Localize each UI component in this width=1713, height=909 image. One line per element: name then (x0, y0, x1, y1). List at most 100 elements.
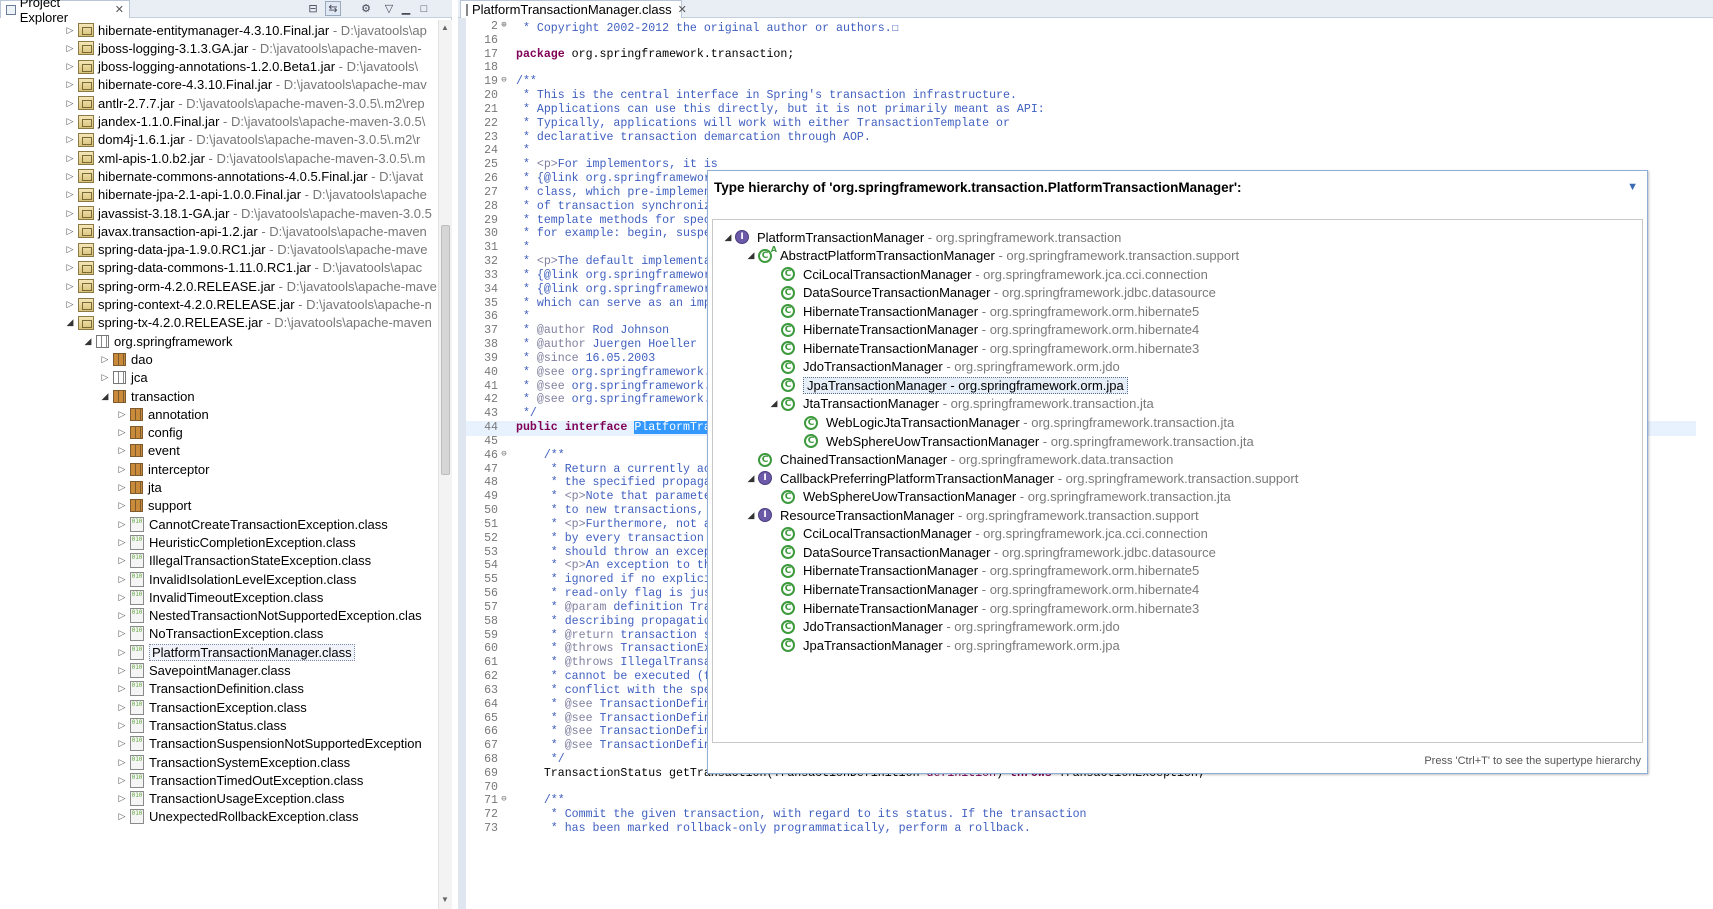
tab-platform-transaction-manager[interactable]: PlatformTransactionManager.class ✕ (460, 0, 687, 18)
collapsed-arrow-icon[interactable]: ▷ (116, 445, 128, 456)
hierarchy-item[interactable]: C ChainedTransactionManager - org.springf… (744, 450, 1173, 470)
expanded-arrow-icon[interactable]: ◢ (744, 250, 758, 261)
project-tree-scrollbar[interactable]: ▲ ▼ (438, 20, 452, 909)
collapsed-arrow-icon[interactable]: ▷ (116, 811, 128, 822)
popup-menu-chevron-down-icon[interactable]: ▼ (1627, 181, 1638, 193)
hierarchy-item[interactable]: ◢ I ResourceTransactionManager - org.sprin… (744, 505, 1199, 525)
hierarchy-item[interactable]: C DataSourceTransactionManager - org.spri… (767, 283, 1216, 303)
collapsed-arrow-icon[interactable]: ▷ (64, 299, 76, 310)
class-tree-item[interactable]: ▷ 010 PlatformTransactionManager.class (116, 642, 355, 662)
package-tree-item[interactable]: ▷ support (116, 496, 192, 516)
collapsed-arrow-icon[interactable]: ▷ (116, 775, 128, 786)
hierarchy-item[interactable]: ◢ I CallbackPreferringPlatformTransactionM… (744, 468, 1299, 488)
collapsed-arrow-icon[interactable]: ▷ (116, 500, 128, 511)
package-tree-item[interactable]: ▷ interceptor (116, 459, 210, 479)
collapsed-arrow-icon[interactable]: ▷ (116, 592, 128, 603)
collapsed-arrow-icon[interactable]: ▷ (116, 537, 128, 548)
hierarchy-item[interactable]: C HibernateTransactionManager - org.sprin… (767, 561, 1199, 581)
jar-tree-item[interactable]: ▷ jboss-logging-3.1.3.GA.jar - D:\javatoo… (64, 38, 422, 58)
collapsed-arrow-icon[interactable]: ▷ (99, 354, 111, 365)
jar-tree-item[interactable]: ▷ spring-data-jpa-1.9.0.RC1.jar - D:\java… (64, 240, 428, 260)
class-tree-item[interactable]: ▷ 010 TransactionException.class (116, 697, 307, 717)
expanded-arrow-icon[interactable]: ◢ (721, 232, 735, 243)
hierarchy-item[interactable]: C JpaTransactionManager - org.springframe… (767, 635, 1120, 655)
class-tree-item[interactable]: ▷ 010 TransactionUsageException.class (116, 789, 344, 809)
class-tree-item[interactable]: ▷ 010 SavepointManager.class (116, 661, 291, 681)
jar-tree-item[interactable]: ▷ antlr-2.7.7.jar - D:\javatools\apache-m… (64, 93, 425, 113)
hierarchy-item[interactable]: C HibernateTransactionManager - org.sprin… (767, 598, 1199, 618)
hierarchy-item[interactable]: ◢CAbstractPlatformTransactionManager - o… (744, 245, 1240, 266)
class-tree-item[interactable]: ▷ 010 TransactionStatus.class (116, 715, 287, 735)
jar-tree-item[interactable]: ▷ hibernate-jpa-2.1-api-1.0.0.Final.jar -… (64, 185, 427, 205)
package-tree-item[interactable]: ▷ dao (99, 349, 153, 369)
hierarchy-item[interactable]: C JdoTransactionManager - org.springframe… (767, 617, 1120, 637)
class-tree-item[interactable]: ▷ 010 TransactionSuspensionNotSupportedExc… (116, 734, 422, 754)
collapsed-arrow-icon[interactable]: ▷ (64, 43, 76, 54)
jar-tree-item[interactable]: ◢ spring-tx-4.2.0.RELEASE.jar - D:\javato… (64, 313, 432, 333)
package-tree-item[interactable]: ▷ jca (99, 368, 148, 388)
hierarchy-item[interactable]: C WebSphereUowTransactionManager - org.sp… (767, 487, 1231, 507)
collapsed-arrow-icon[interactable]: ▷ (64, 61, 76, 72)
hierarchy-item[interactable]: C HibernateTransactionManager - org.sprin… (767, 338, 1199, 358)
collapsed-arrow-icon[interactable]: ▷ (64, 171, 76, 182)
class-tree-item[interactable]: ▷ 010 InvalidTimeoutException.class (116, 587, 323, 607)
package-tree-item[interactable]: ▷ jta (116, 478, 162, 498)
expanded-arrow-icon[interactable]: ◢ (744, 473, 758, 484)
collapsed-arrow-icon[interactable]: ▷ (116, 683, 128, 694)
collapsed-arrow-icon[interactable]: ▷ (116, 482, 128, 493)
hierarchy-item[interactable]: C DataSourceTransactionManager - org.spri… (767, 542, 1216, 562)
expanded-arrow-icon[interactable]: ◢ (767, 398, 781, 409)
fold-toggle-icon[interactable]: ⊕ (498, 20, 510, 35)
jar-tree-item[interactable]: ▷ spring-context-4.2.0.RELEASE.jar - D:\j… (64, 295, 432, 315)
jar-tree-item[interactable]: ▷ javax.transaction-api-1.2.jar - D:\java… (64, 221, 427, 241)
scrollbar-thumb[interactable] (441, 225, 450, 475)
fold-toggle-icon[interactable]: ⊖ (498, 75, 510, 90)
view-menu-chevron-down-icon[interactable]: ▽ (381, 1, 397, 16)
package-tree-item[interactable]: ▷ annotation (116, 404, 209, 424)
collapsed-arrow-icon[interactable]: ▷ (116, 555, 128, 566)
collapsed-arrow-icon[interactable]: ▷ (116, 665, 128, 676)
hierarchy-item[interactable]: C WebSphereUowTransactionManager - org.sp… (790, 431, 1254, 451)
hierarchy-item[interactable]: C WebLogicJtaTransactionManager - org.spr… (790, 413, 1234, 433)
collapsed-arrow-icon[interactable]: ▷ (64, 244, 76, 255)
collapsed-arrow-icon[interactable]: ▷ (116, 427, 128, 438)
collapsed-arrow-icon[interactable]: ▷ (116, 738, 128, 749)
collapse-all-button[interactable]: ⊟ (305, 1, 321, 16)
jar-tree-item[interactable]: ▷ dom4j-1.6.1.jar - D:\javatools\apache-m… (64, 130, 421, 150)
scroll-down-arrow-icon[interactable]: ▼ (441, 895, 449, 904)
fold-toggle-icon[interactable]: ⊖ (498, 794, 510, 809)
collapsed-arrow-icon[interactable]: ▷ (116, 702, 128, 713)
package-tree-item[interactable]: ▷ event (116, 441, 180, 461)
close-icon[interactable]: ✕ (115, 3, 124, 16)
collapsed-arrow-icon[interactable]: ▷ (116, 519, 128, 530)
package-tree-item[interactable]: ◢ transaction (99, 386, 195, 406)
collapsed-arrow-icon[interactable]: ▷ (116, 409, 128, 420)
hierarchy-item[interactable]: C HibernateTransactionManager - org.sprin… (767, 301, 1199, 321)
collapsed-arrow-icon[interactable]: ▷ (64, 226, 76, 237)
jar-tree-item[interactable]: ▷ spring-orm-4.2.0.RELEASE.jar - D:\javat… (64, 276, 437, 296)
hierarchy-item[interactable]: C CciLocalTransactionManager - org.spring… (767, 524, 1208, 544)
class-tree-item[interactable]: ▷ 010 IllegalTransactionStateException.cla… (116, 551, 371, 571)
collapsed-arrow-icon[interactable]: ▷ (116, 720, 128, 731)
class-tree-item[interactable]: ▷ 010 TransactionSystemException.class (116, 752, 350, 772)
collapsed-arrow-icon[interactable]: ▷ (116, 793, 128, 804)
collapsed-arrow-icon[interactable]: ▷ (64, 25, 76, 36)
hierarchy-item[interactable]: C CciLocalTransactionManager - org.spring… (767, 264, 1208, 284)
expanded-arrow-icon[interactable]: ◢ (64, 317, 76, 328)
collapsed-arrow-icon[interactable]: ▷ (64, 189, 76, 200)
collapsed-arrow-icon[interactable]: ▷ (64, 262, 76, 273)
collapsed-arrow-icon[interactable]: ▷ (99, 372, 111, 383)
minimize-button[interactable]: ▁ (398, 1, 414, 16)
class-tree-item[interactable]: ▷ 010 NestedTransactionNotSupportedExcepti… (116, 606, 422, 626)
jar-tree-item[interactable]: ▷ spring-data-commons-1.11.0.RC1.jar - D:… (64, 258, 423, 278)
hierarchy-item[interactable]: C HibernateTransactionManager - org.sprin… (767, 579, 1199, 599)
class-tree-item[interactable]: ▷ 010 TransactionDefinition.class (116, 679, 304, 699)
jar-tree-item[interactable]: ▷ jboss-logging-annotations-1.2.0.Beta1.j… (64, 57, 419, 77)
scroll-up-arrow-icon[interactable]: ▲ (441, 23, 449, 32)
class-tree-item[interactable]: ▷ 010 NoTransactionException.class (116, 624, 323, 644)
expanded-arrow-icon[interactable]: ◢ (99, 391, 111, 402)
jar-tree-item[interactable]: ▷ hibernate-entitymanager-4.3.10.Final.ja… (64, 20, 427, 40)
collapsed-arrow-icon[interactable]: ▷ (64, 98, 76, 109)
class-tree-item[interactable]: ▷ 010 UnexpectedRollbackException.class (116, 807, 359, 827)
class-tree-item[interactable]: ▷ 010 HeuristicCompletionException.class (116, 532, 356, 552)
